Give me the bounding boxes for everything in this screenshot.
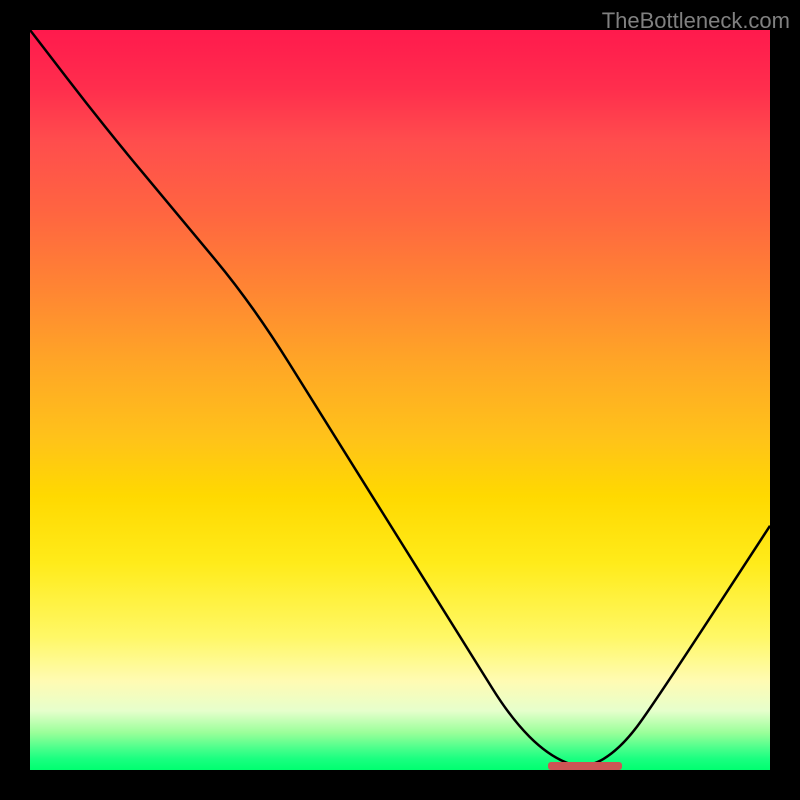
bottleneck-curve-svg [30,30,770,770]
chart-plot-area [30,30,770,770]
curve-path [30,30,770,766]
optimal-range-marker [548,762,622,770]
watermark-text: TheBottleneck.com [602,8,790,34]
